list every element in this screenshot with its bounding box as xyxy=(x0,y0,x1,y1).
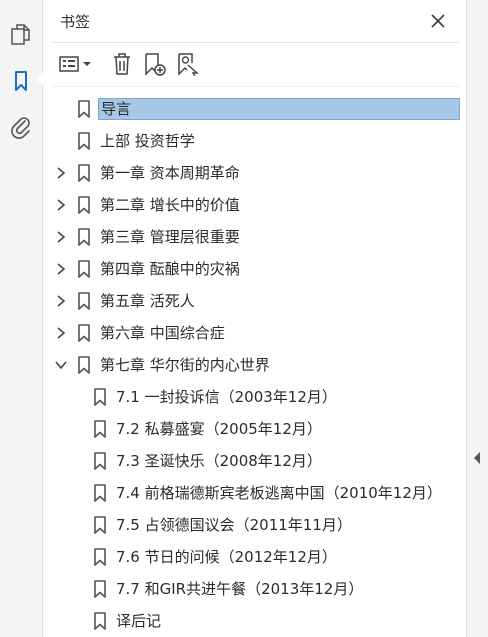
attachments-icon[interactable] xyxy=(8,114,34,140)
bookmark-icon xyxy=(77,356,91,374)
bookmarks-panel: 书签 导言 上部 投资哲学 第一章 资本周期革命 第二章 增长中的价值 第三章 … xyxy=(44,0,465,637)
bookmark-label: 上部 投资哲学 xyxy=(100,132,195,150)
bookmark-label: 译后记 xyxy=(116,612,162,630)
panel-title: 书签 xyxy=(60,13,91,31)
bookmark-item[interactable]: 7.3 圣诞快乐（2008年12月） xyxy=(44,446,465,476)
bookmark-icon xyxy=(93,612,107,630)
bookmark-label: 第四章 酝酿中的灾祸 xyxy=(100,260,240,278)
chevron-right-icon[interactable] xyxy=(54,325,68,341)
bookmark-icon xyxy=(93,420,107,438)
chevron-right-icon[interactable] xyxy=(54,165,68,181)
bookmark-icon xyxy=(93,388,107,406)
bookmark-item[interactable]: 7.5 占领德国议会（2011年11月） xyxy=(44,510,465,540)
new-bookmark-from-structure-icon[interactable] xyxy=(174,48,202,80)
new-bookmark-icon[interactable] xyxy=(141,48,169,80)
bookmark-item[interactable]: 第一章 资本周期革命 xyxy=(44,158,465,188)
chevron-right-icon[interactable] xyxy=(54,293,68,309)
bookmark-item[interactable]: 7.4 前格瑞德斯宾老板逃离中国（2010年12月） xyxy=(44,478,465,508)
bookmark-item[interactable]: 7.1 一封投诉信（2003年12月） xyxy=(44,382,465,412)
bookmark-label: 第五章 活死人 xyxy=(100,292,195,310)
header-divider xyxy=(52,42,459,43)
collapse-arrow-icon[interactable] xyxy=(474,452,480,464)
bookmark-label: 7.4 前格瑞德斯宾老板逃离中国（2010年12月） xyxy=(116,484,442,502)
bookmark-icon xyxy=(77,196,91,214)
bookmark-item[interactable]: 上部 投资哲学 xyxy=(44,126,465,156)
bookmark-icon xyxy=(77,132,91,150)
bookmark-item[interactable]: 导言 xyxy=(44,94,465,124)
bookmark-item[interactable]: 第二章 增长中的价值 xyxy=(44,190,465,220)
active-panel-pointer xyxy=(36,71,44,87)
bookmark-icon xyxy=(77,260,91,278)
bookmark-label: 7.7 和GIR共进午餐（2013年12月） xyxy=(116,580,364,598)
bookmark-label: 7.3 圣诞快乐（2008年12月） xyxy=(116,452,322,470)
bookmark-label: 导言 xyxy=(98,98,460,120)
bookmark-item[interactable]: 第三章 管理层很重要 xyxy=(44,222,465,252)
bookmark-item[interactable]: 第四章 酝酿中的灾祸 xyxy=(44,254,465,284)
bookmark-item[interactable]: 第六章 中国综合症 xyxy=(44,318,465,348)
right-collapse-strip[interactable] xyxy=(466,0,488,637)
bookmark-label: 7.1 一封投诉信（2003年12月） xyxy=(116,388,337,406)
chevron-down-icon[interactable] xyxy=(54,357,68,373)
chevron-right-icon[interactable] xyxy=(54,229,68,245)
bookmark-item[interactable]: 7.7 和GIR共进午餐（2013年12月） xyxy=(44,574,465,604)
bookmarks-icon[interactable] xyxy=(8,68,34,94)
bookmark-item[interactable]: 第五章 活死人 xyxy=(44,286,465,316)
bookmark-item[interactable]: 7.6 节日的问候（2012年12月） xyxy=(44,542,465,572)
bookmark-item[interactable]: 7.2 私募盛宴（2005年12月） xyxy=(44,414,465,444)
bookmark-label: 7.2 私募盛宴（2005年12月） xyxy=(116,420,322,438)
bookmark-label: 第七章 华尔街的内心世界 xyxy=(100,356,270,374)
bookmark-label: 第三章 管理层很重要 xyxy=(100,228,240,246)
toolbar-divider xyxy=(52,86,459,87)
bookmark-label: 第六章 中国综合症 xyxy=(100,324,225,342)
bookmark-label: 7.5 占领德国议会（2011年11月） xyxy=(116,516,352,534)
bookmark-icon xyxy=(93,548,107,566)
close-icon[interactable] xyxy=(427,10,449,32)
bookmark-icon xyxy=(93,452,107,470)
bookmark-icon xyxy=(93,484,107,502)
pages-icon[interactable] xyxy=(8,22,34,48)
bookmark-item[interactable]: 第七章 华尔街的内心世界 xyxy=(44,350,465,380)
chevron-right-icon[interactable] xyxy=(54,261,68,277)
bookmark-item[interactable]: 译后记 xyxy=(44,606,465,636)
bookmark-icon xyxy=(77,324,91,342)
bookmark-label: 第一章 资本周期革命 xyxy=(100,164,240,182)
bookmark-icon xyxy=(77,100,91,118)
bookmark-icon xyxy=(77,292,91,310)
options-menu-icon[interactable] xyxy=(56,48,96,80)
bookmark-icon xyxy=(93,516,107,534)
bookmark-label: 第二章 增长中的价值 xyxy=(100,196,240,214)
delete-bookmark-icon[interactable] xyxy=(108,48,136,80)
chevron-right-icon[interactable] xyxy=(54,197,68,213)
bookmark-label: 7.6 节日的问候（2012年12月） xyxy=(116,548,337,566)
left-navigation-rail xyxy=(0,0,43,637)
bookmark-icon xyxy=(77,164,91,182)
bookmark-icon xyxy=(93,580,107,598)
bookmark-icon xyxy=(77,228,91,246)
